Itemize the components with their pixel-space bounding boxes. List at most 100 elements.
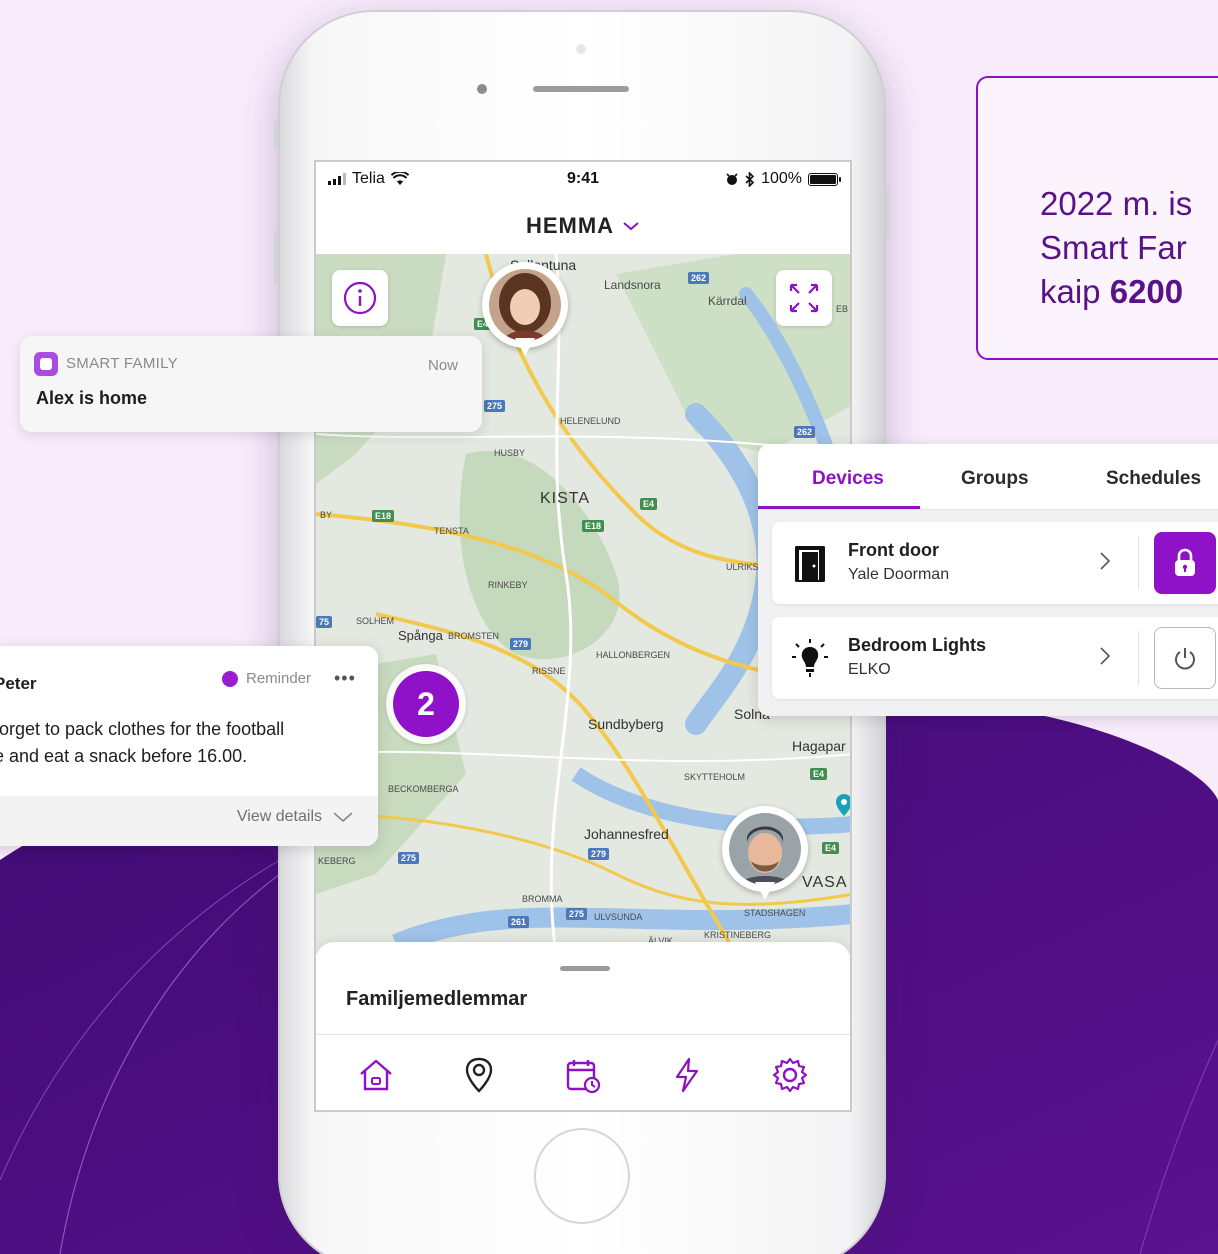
divider — [1138, 536, 1139, 590]
app-icon — [34, 352, 58, 376]
nav-map[interactable] — [449, 1045, 509, 1105]
road-tag: E18 — [582, 520, 605, 532]
lock-toggle-button[interactable] — [1154, 532, 1216, 594]
info-line: kaip 6200 — [1040, 270, 1218, 314]
map-label: VASA — [802, 874, 848, 891]
tab-devices[interactable]: Devices — [812, 468, 884, 490]
view-details-label: View details — [236, 808, 322, 825]
reminder-line: e and eat a snack before 16.00. — [0, 746, 248, 766]
home-icon — [360, 1059, 392, 1091]
map-label: KRISTINEBERG — [704, 930, 772, 940]
reminder-line: forget to pack clothes for the football — [0, 719, 285, 739]
map-label: SOLHEM — [356, 616, 395, 626]
road-tag: 275 — [398, 852, 420, 864]
map-label: STADSHAGEN — [744, 908, 806, 918]
earpiece-speaker — [533, 86, 629, 92]
bottom-sheet[interactable]: Familjemedlemmar — [316, 942, 850, 1110]
road-tag: 261 — [508, 916, 530, 928]
map-label: Kärrdal — [708, 294, 747, 308]
view-details-button[interactable]: View details — [237, 808, 354, 826]
map-label: TENSTA — [434, 526, 469, 536]
divider — [1138, 631, 1139, 685]
road-tag: 75 — [316, 616, 333, 628]
lock-icon — [1175, 548, 1195, 576]
battery-percent: 100% — [761, 170, 802, 187]
chevron-right-icon — [1100, 647, 1111, 665]
reminder-card[interactable]: Peter Reminder ••• forget to pack clothe… — [0, 646, 378, 846]
road-tag: 275 — [484, 400, 506, 412]
battery-icon — [808, 172, 841, 186]
road-tag: E18 — [372, 510, 395, 522]
map-label: RISSNE — [532, 666, 566, 676]
notification-message: Alex is home — [36, 388, 148, 408]
front-camera — [477, 84, 487, 94]
road-tag: E4 — [822, 842, 840, 854]
calendar-icon — [566, 1060, 601, 1094]
family-member-pin[interactable] — [482, 262, 568, 362]
side-button — [274, 120, 278, 150]
devices-panel: Devices Groups Schedules Front door Yale… — [758, 444, 1218, 716]
tab-groups[interactable]: Groups — [961, 468, 1029, 490]
fullscreen-button[interactable] — [776, 270, 832, 326]
map-label: Johannesfred — [584, 826, 669, 842]
drag-handle[interactable] — [560, 966, 610, 971]
map-label: RINKEBY — [488, 580, 528, 590]
road-tag: 279 — [588, 848, 610, 860]
reminder-footer: View details — [0, 796, 378, 846]
push-notification[interactable]: SMART FAMILY Now Alex is home — [20, 336, 482, 432]
map-label: ULRIKS — [726, 562, 759, 572]
map-label: SKYTTEHOLM — [684, 772, 746, 782]
map-label: EB — [836, 304, 849, 314]
info-stat: 6200 — [1109, 273, 1184, 310]
nav-energy[interactable] — [657, 1045, 717, 1105]
notification-app-name: SMART FAMILY — [66, 355, 178, 372]
device-row[interactable]: Bedroom Lights ELKO — [772, 617, 1218, 699]
member-cluster[interactable]: 2 — [386, 664, 466, 744]
avatar — [729, 813, 801, 885]
map-label: Landsnora — [604, 278, 661, 292]
road-tag: 262 — [688, 272, 710, 284]
device-row[interactable]: Front door Yale Doorman — [772, 522, 1218, 604]
notification-time: Now — [427, 357, 458, 374]
road-tag: E4 — [640, 498, 658, 510]
cluster-count: 2 — [393, 671, 459, 737]
power-toggle-button[interactable] — [1154, 627, 1216, 689]
more-options-button[interactable]: ••• — [334, 668, 356, 689]
family-member-pin[interactable] — [722, 806, 808, 906]
map-label: BECKOMBERGA — [388, 784, 459, 794]
device-name: Front door — [848, 540, 939, 560]
location-selector[interactable]: HEMMA — [316, 198, 850, 254]
proximity-sensor — [576, 44, 586, 54]
info-card: 2022 m. is Smart Far kaip 6200 — [976, 76, 1218, 360]
chevron-right-icon — [1100, 552, 1111, 570]
nav-calendar[interactable] — [553, 1045, 613, 1105]
map-label: ULVSUNDA — [594, 912, 643, 922]
road-tag: E4 — [810, 768, 828, 780]
divider — [316, 1034, 850, 1035]
settings-icon — [773, 1057, 808, 1093]
home-button[interactable] — [534, 1128, 630, 1224]
location-title: HEMMA — [525, 213, 615, 238]
road-tag: 262 — [794, 426, 816, 438]
clock-icon — [222, 670, 238, 687]
info-button[interactable] — [332, 270, 388, 326]
tab-bar: Devices Groups Schedules — [758, 444, 1218, 510]
active-tab-indicator — [758, 506, 920, 509]
sheet-title: Familjemedlemmar — [346, 988, 528, 1010]
reminder-tag-label: Reminder — [246, 670, 312, 687]
tab-schedules[interactable]: Schedules — [1106, 468, 1201, 490]
chevron-down-icon — [623, 222, 639, 231]
reminder-recipient: Peter — [0, 674, 37, 693]
expand-icon — [789, 283, 819, 313]
bottom-nav — [316, 1036, 850, 1110]
info-line: 2022 m. is — [1040, 185, 1193, 222]
avatar — [489, 269, 561, 341]
energy-icon — [675, 1057, 698, 1093]
info-line: Smart Far — [1040, 229, 1187, 266]
side-button — [886, 186, 890, 240]
nav-home[interactable] — [346, 1045, 406, 1105]
map-marker-icon — [836, 794, 850, 816]
nav-settings[interactable] — [760, 1045, 820, 1105]
lightbulb-icon — [792, 639, 828, 677]
side-button — [274, 230, 278, 284]
